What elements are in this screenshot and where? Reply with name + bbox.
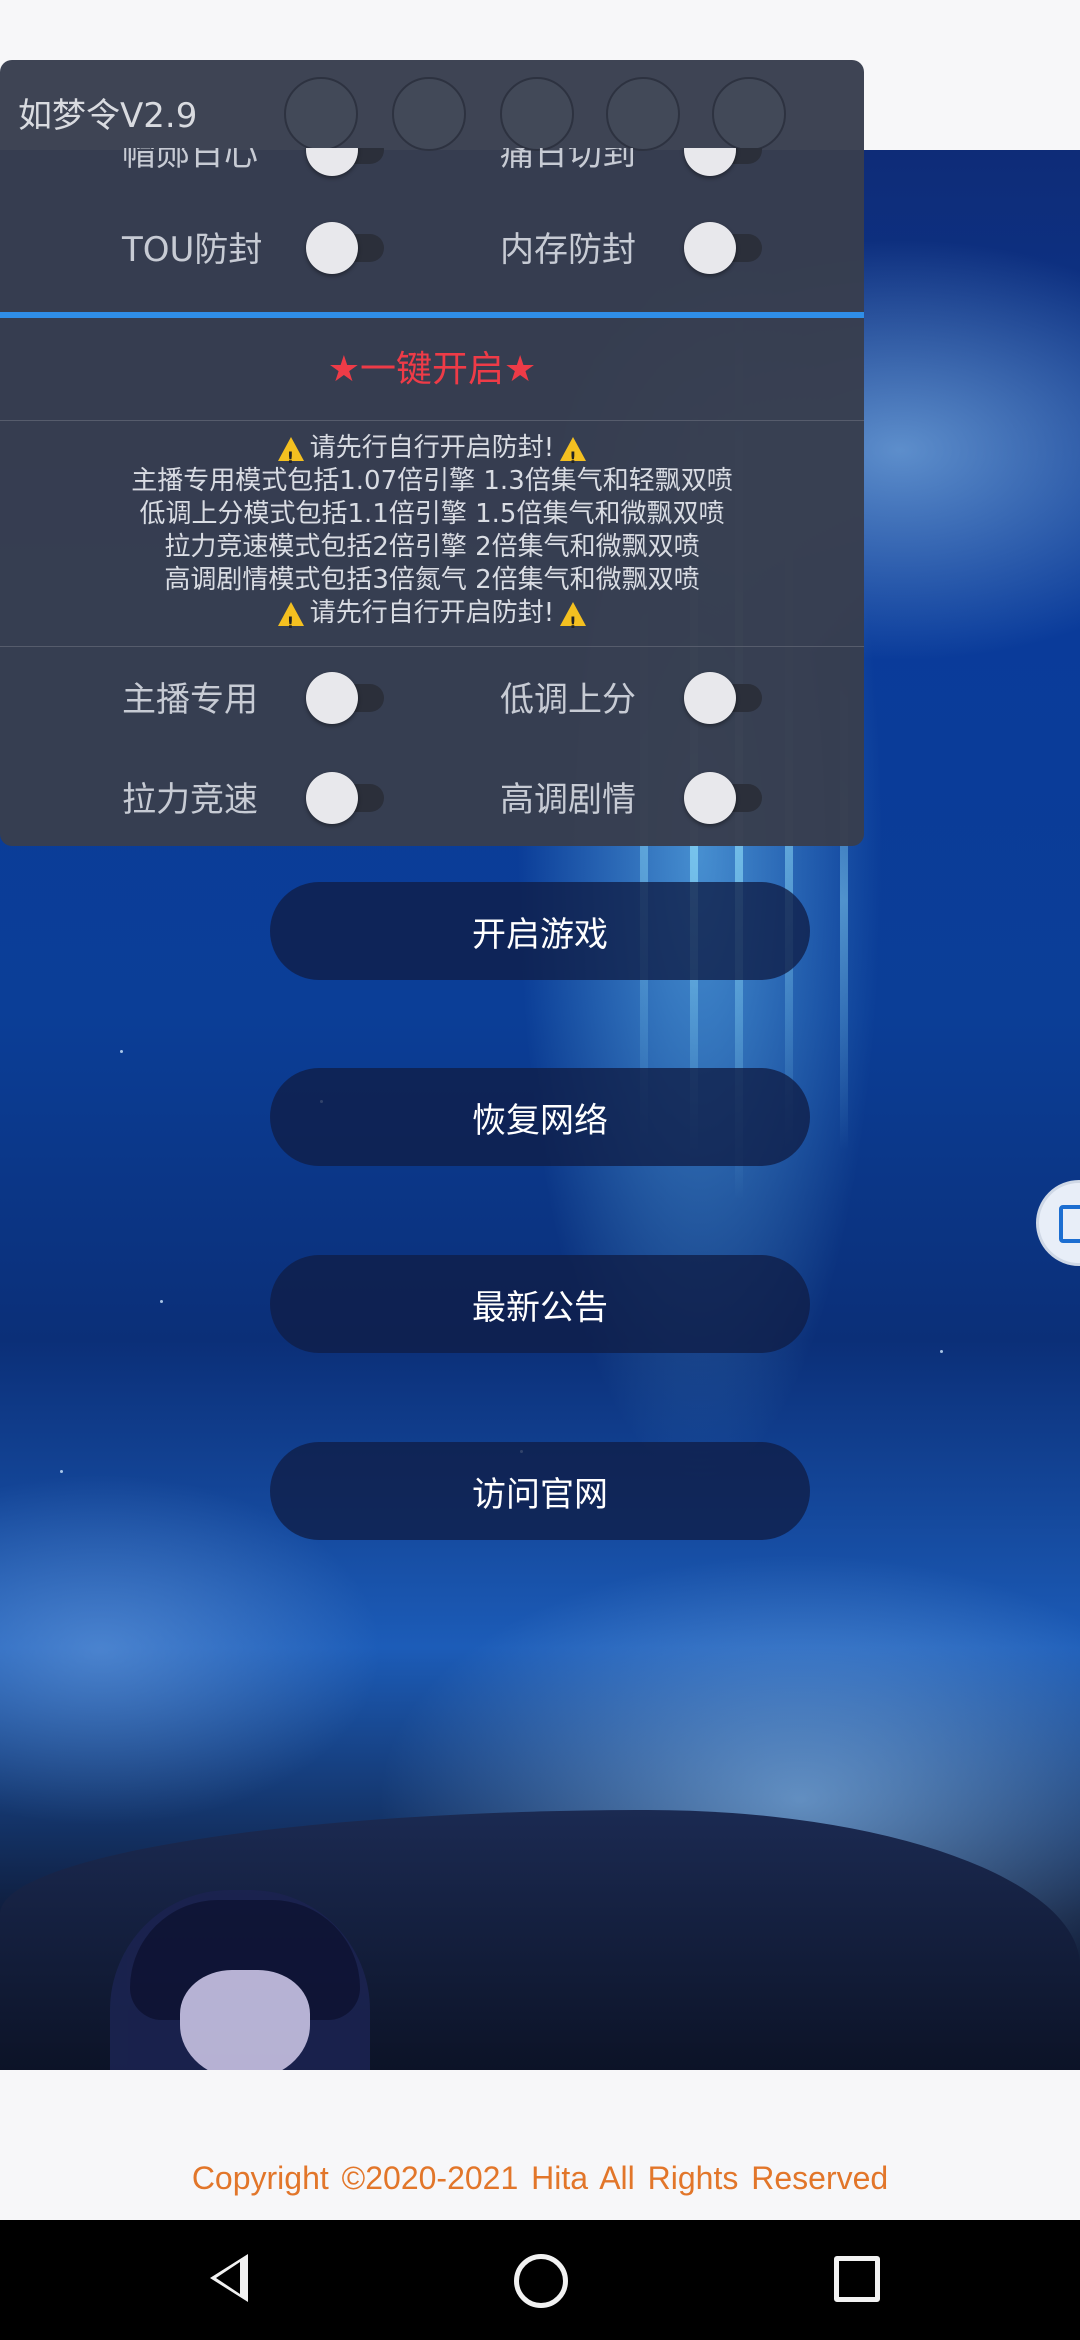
latest-notice-button[interactable]: 最新公告 (270, 1255, 810, 1353)
warning-icon (277, 436, 304, 474)
note-line-warning-top: 请先行自行开启防封! (0, 432, 864, 474)
memory-protect-toggle[interactable] (684, 222, 764, 274)
mode-notes: 请先行自行开启防封! 主播专用模式包括1.07倍引擎 1.3倍集气和轻飘双喷 低… (0, 432, 864, 639)
star (940, 1350, 943, 1353)
panel-circle-button-2[interactable] (392, 77, 466, 151)
divider (0, 420, 864, 421)
panel-circle-button-1[interactable] (284, 77, 358, 151)
partially-hidden-row: 帽郧日心 痛日切到 (0, 148, 864, 188)
rally-race-toggle[interactable] (306, 772, 386, 824)
copyright-text: Copyright ©2020-2021 Hita All Rights Res… (191, 2160, 889, 2196)
divider (0, 646, 864, 647)
hidden-row-right-toggle[interactable] (684, 148, 764, 176)
character-face (180, 1970, 310, 2080)
warning-icon (560, 601, 587, 639)
streamer-mode-toggle[interactable] (306, 672, 386, 724)
streamer-mode-label: 主播专用 (122, 680, 258, 720)
note-line: 主播专用模式包括1.07倍引擎 1.3倍集气和轻飘双喷 (131, 466, 733, 496)
warning-icon (560, 436, 587, 474)
panel-circle-button-3[interactable] (500, 77, 574, 151)
star (120, 1050, 123, 1053)
note-line-warning-bottom: 请先行自行开启防封! (0, 597, 864, 639)
lowkey-rank-toggle[interactable] (684, 672, 764, 724)
back-icon[interactable] (210, 2254, 248, 2302)
tou-protect-toggle[interactable] (306, 222, 386, 274)
system-nav-bar (0, 2220, 1080, 2340)
recent-apps-icon[interactable] (834, 2256, 880, 2302)
hidden-row-right-label: 痛日切到 (500, 148, 636, 174)
start-game-button[interactable]: 开启游戏 (270, 882, 810, 980)
home-icon[interactable] (514, 2254, 568, 2308)
section-divider-accent (0, 312, 864, 318)
star (160, 1300, 163, 1303)
note-line: 低调上分模式包括1.1倍引擎 1.5倍集气和微飘双喷 (139, 499, 725, 529)
warning-icon (277, 601, 304, 639)
rally-race-label: 拉力竞速 (122, 780, 258, 820)
note-line: 拉力竞速模式包括2倍引擎 2倍集气和微飘双喷 (164, 532, 700, 562)
footer (0, 2070, 1080, 2220)
panel-title[interactable]: 如梦令V2.9 (18, 88, 197, 137)
tou-protect-label: TOU防封 (122, 230, 263, 270)
hidden-row-left-toggle[interactable] (306, 148, 386, 176)
panel-circle-button-5[interactable] (712, 77, 786, 151)
hidden-row-left-label: 帽郧日心 (122, 148, 258, 174)
cheat-menu-panel: 如梦令V2.9 帽郧日心 痛日切到 TOU防封 内存防封 ★一键开启★ 请先行自… (0, 60, 864, 846)
note-line: 高调剧情模式包括3倍氮气 2倍集气和微飘双喷 (164, 565, 700, 595)
highkey-story-toggle[interactable] (684, 772, 764, 824)
star (60, 1470, 63, 1473)
one-key-enable-button[interactable]: ★一键开启★ (0, 340, 864, 392)
memory-protect-label: 内存防封 (500, 230, 636, 270)
lowkey-rank-label: 低调上分 (500, 680, 636, 720)
highkey-story-label: 高调剧情 (500, 780, 636, 820)
visit-site-button[interactable]: 访问官网 (270, 1442, 810, 1540)
panel-circle-button-4[interactable] (606, 77, 680, 151)
restore-network-button[interactable]: 恢复网络 (270, 1068, 810, 1166)
